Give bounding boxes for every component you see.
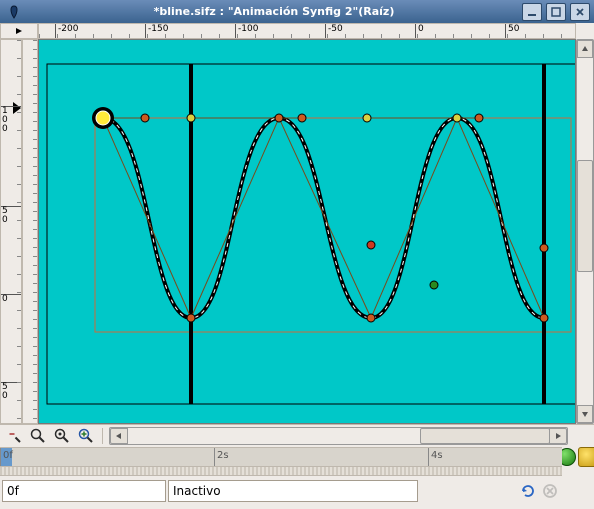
close-button[interactable] bbox=[570, 3, 590, 21]
current-time-field[interactable] bbox=[2, 480, 166, 502]
app-icon bbox=[6, 4, 22, 20]
scroll-down-button[interactable] bbox=[577, 405, 593, 423]
zoom-toolbar bbox=[0, 424, 594, 447]
vertical-ruler-inner[interactable] bbox=[22, 39, 38, 424]
zoom-in-button[interactable] bbox=[76, 426, 96, 446]
status-bar bbox=[0, 476, 562, 508]
timeline-ruler[interactable]: 0f2s4s bbox=[0, 447, 562, 466]
canvas-viewport[interactable] bbox=[38, 39, 576, 424]
scroll-up-button[interactable] bbox=[577, 40, 593, 58]
horizontal-scrollbar[interactable] bbox=[109, 427, 568, 445]
titlebar[interactable]: *bline.sifz : "Animación Synfig 2"(Raíz) bbox=[0, 0, 594, 23]
maximize-button[interactable] bbox=[546, 3, 566, 21]
cancel-button bbox=[540, 481, 560, 501]
timeline-side-column bbox=[562, 447, 594, 509]
window-title: *bline.sifz : "Animación Synfig 2"(Raíz) bbox=[26, 5, 522, 18]
vertical-ruler[interactable]: 1 0 05 005 0 bbox=[0, 39, 22, 424]
zoom-out-button[interactable] bbox=[4, 426, 24, 446]
app-window: *bline.sifz : "Animación Synfig 2"(Raíz)… bbox=[0, 0, 594, 509]
scroll-right-button[interactable] bbox=[549, 428, 567, 444]
ruler-corner-button[interactable] bbox=[0, 23, 38, 39]
scroll-left-button[interactable] bbox=[110, 428, 128, 444]
pane-grip[interactable] bbox=[0, 466, 562, 476]
status-text-field[interactable] bbox=[168, 480, 418, 502]
horizontal-ruler[interactable]: -200-150-100-50050 bbox=[38, 23, 576, 39]
minimize-button[interactable] bbox=[522, 3, 542, 21]
scrollbar-thumb[interactable] bbox=[420, 428, 550, 444]
refresh-button[interactable] bbox=[518, 481, 538, 501]
keyframe-lock-icon[interactable] bbox=[578, 447, 594, 467]
zoom-reset-button[interactable] bbox=[28, 426, 48, 446]
scrollbar-thumb[interactable] bbox=[577, 160, 593, 272]
zoom-fit-button[interactable] bbox=[52, 426, 72, 446]
vertical-scrollbar[interactable] bbox=[576, 39, 594, 424]
